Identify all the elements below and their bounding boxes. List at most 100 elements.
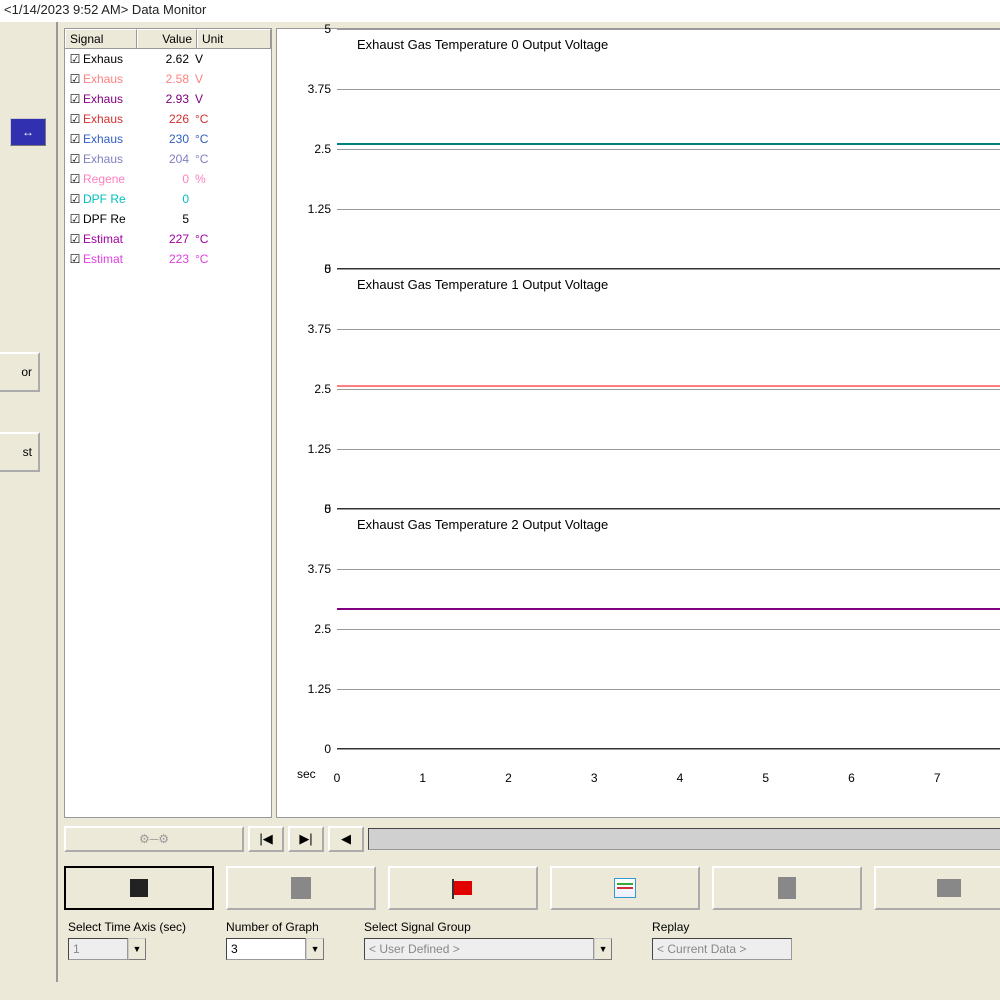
time-scrubber[interactable] [368, 828, 1000, 850]
replay-label: Replay [652, 920, 792, 934]
settings-button[interactable]: ⚙─⚙ [64, 826, 244, 852]
flag-button[interactable] [388, 866, 538, 910]
swap-icon[interactable]: ↔ [10, 118, 46, 146]
y-tick: 5 [324, 22, 331, 36]
playback-bar: ⚙─⚙ |◀ ▶| ◀ [64, 824, 1000, 854]
row-name: Exhaus [83, 132, 137, 146]
data-line [337, 608, 1000, 610]
col-value[interactable]: Value [137, 29, 197, 48]
row-name: Exhaus [83, 152, 137, 166]
table-row[interactable]: ☑Exhaus226°C [65, 109, 271, 129]
signal-group-select[interactable] [364, 938, 594, 960]
x-tick: 5 [762, 771, 769, 785]
row-checkbox[interactable]: ☑ [67, 132, 83, 146]
side-button-2[interactable]: st [0, 432, 40, 472]
y-tick: 5 [324, 502, 331, 516]
x-tick: 1 [419, 771, 426, 785]
chevron-down-icon[interactable]: ▼ [594, 938, 612, 960]
num-graph-label: Number of Graph [226, 920, 324, 934]
row-checkbox[interactable]: ☑ [67, 192, 83, 206]
chart: 01.252.53.755Exhaust Gas Temperature 1 O… [337, 269, 1000, 509]
row-value: 2.58 [137, 72, 195, 86]
num-graph-select[interactable] [226, 938, 306, 960]
row-value: 227 [137, 232, 195, 246]
first-button[interactable]: |◀ [248, 826, 284, 852]
file-button[interactable] [712, 866, 862, 910]
row-name: Exhaus [83, 92, 137, 106]
table-row[interactable]: ☑Estimat223°C [65, 249, 271, 269]
chart-title: Exhaust Gas Temperature 0 Output Voltage [357, 37, 608, 52]
row-unit: V [195, 92, 269, 106]
row-name: Estimat [83, 232, 137, 246]
time-axis-select[interactable] [68, 938, 128, 960]
row-checkbox[interactable]: ☑ [67, 72, 83, 86]
toolbar [64, 866, 1000, 910]
table-row[interactable]: ☑Exhaus2.93V [65, 89, 271, 109]
play-back-button[interactable]: ◀ [328, 826, 364, 852]
row-value: 0 [137, 172, 195, 186]
row-name: Regene [83, 172, 137, 186]
title-text: <1/14/2023 9:52 AM> Data Monitor [4, 2, 206, 17]
doc-button[interactable] [226, 866, 376, 910]
print-button[interactable] [874, 866, 1000, 910]
prev-flag-button[interactable]: ▶| [288, 826, 324, 852]
table-row[interactable]: ☑Regene0% [65, 169, 271, 189]
row-name: Exhaus [83, 112, 137, 126]
row-checkbox[interactable]: ☑ [67, 172, 83, 186]
charts-area: 0 1.25 2.5 3.75 5 Exhaust Gas Temperature 0 O… [276, 28, 1000, 818]
x-tick: 0 [334, 771, 341, 785]
table-row[interactable]: ☑Exhaus2.58V [65, 69, 271, 89]
table-row[interactable]: ☑Exhaus230°C [65, 129, 271, 149]
row-checkbox[interactable]: ☑ [67, 252, 83, 266]
side-button-1[interactable]: or [0, 352, 40, 392]
col-signal[interactable]: Signal [65, 29, 137, 48]
table-row[interactable]: ☑DPF Re5 [65, 209, 271, 229]
x-tick: 3 [591, 771, 598, 785]
y-tick: 5 [324, 262, 331, 276]
row-unit: V [195, 52, 269, 66]
table-header[interactable]: Signal Value Unit [65, 29, 271, 49]
row-value: 204 [137, 152, 195, 166]
row-checkbox[interactable]: ☑ [67, 152, 83, 166]
replay-group: Replay [652, 920, 792, 960]
controls-row: Select Time Axis (sec) ▼ Number of Graph… [64, 920, 1000, 960]
row-name: DPF Re [83, 192, 137, 206]
row-value: 0 [137, 192, 195, 206]
chart-button[interactable] [550, 866, 700, 910]
table-row[interactable]: ☑Estimat227°C [65, 229, 271, 249]
y-tick: 1.25 [308, 682, 331, 696]
x-tick: 4 [677, 771, 684, 785]
row-checkbox[interactable]: ☑ [67, 212, 83, 226]
chart: 01.252.53.755Exhaust Gas Temperature 0 O… [337, 29, 1000, 269]
num-graph-group: Number of Graph ▼ [226, 920, 324, 960]
y-tick: 0 [324, 742, 331, 756]
row-checkbox[interactable]: ☑ [67, 232, 83, 246]
record-button[interactable] [64, 866, 214, 910]
signal-group-label: Select Signal Group [364, 920, 612, 934]
chevron-down-icon[interactable]: ▼ [306, 938, 324, 960]
y-tick: 3.75 [308, 562, 331, 576]
y-tick: 2.5 [314, 382, 331, 396]
table-row[interactable]: ☑Exhaus2.62V [65, 49, 271, 69]
chevron-down-icon[interactable]: ▼ [128, 938, 146, 960]
chart-title: Exhaust Gas Temperature 1 Output Voltage [357, 277, 608, 292]
row-checkbox[interactable]: ☑ [67, 52, 83, 66]
row-checkbox[interactable]: ☑ [67, 92, 83, 106]
signal-table: Signal Value Unit ☑Exhaus2.62V☑Exhaus2.5… [64, 28, 272, 818]
y-tick: 2.5 [314, 142, 331, 156]
data-line [337, 385, 1000, 387]
table-row[interactable]: ☑Exhaus204°C [65, 149, 271, 169]
y-tick: 3.75 [308, 82, 331, 96]
row-checkbox[interactable]: ☑ [67, 112, 83, 126]
time-axis-group: Select Time Axis (sec) ▼ [68, 920, 186, 960]
replay-select[interactable] [652, 938, 792, 960]
row-value: 5 [137, 212, 195, 226]
row-unit: % [195, 172, 269, 186]
row-unit: °C [195, 132, 269, 146]
col-unit[interactable]: Unit [197, 29, 271, 48]
x-axis: 012345678 [337, 767, 1000, 787]
row-value: 2.62 [137, 52, 195, 66]
x-axis-label: sec [297, 767, 316, 781]
table-row[interactable]: ☑DPF Re0 [65, 189, 271, 209]
row-unit: V [195, 72, 269, 86]
